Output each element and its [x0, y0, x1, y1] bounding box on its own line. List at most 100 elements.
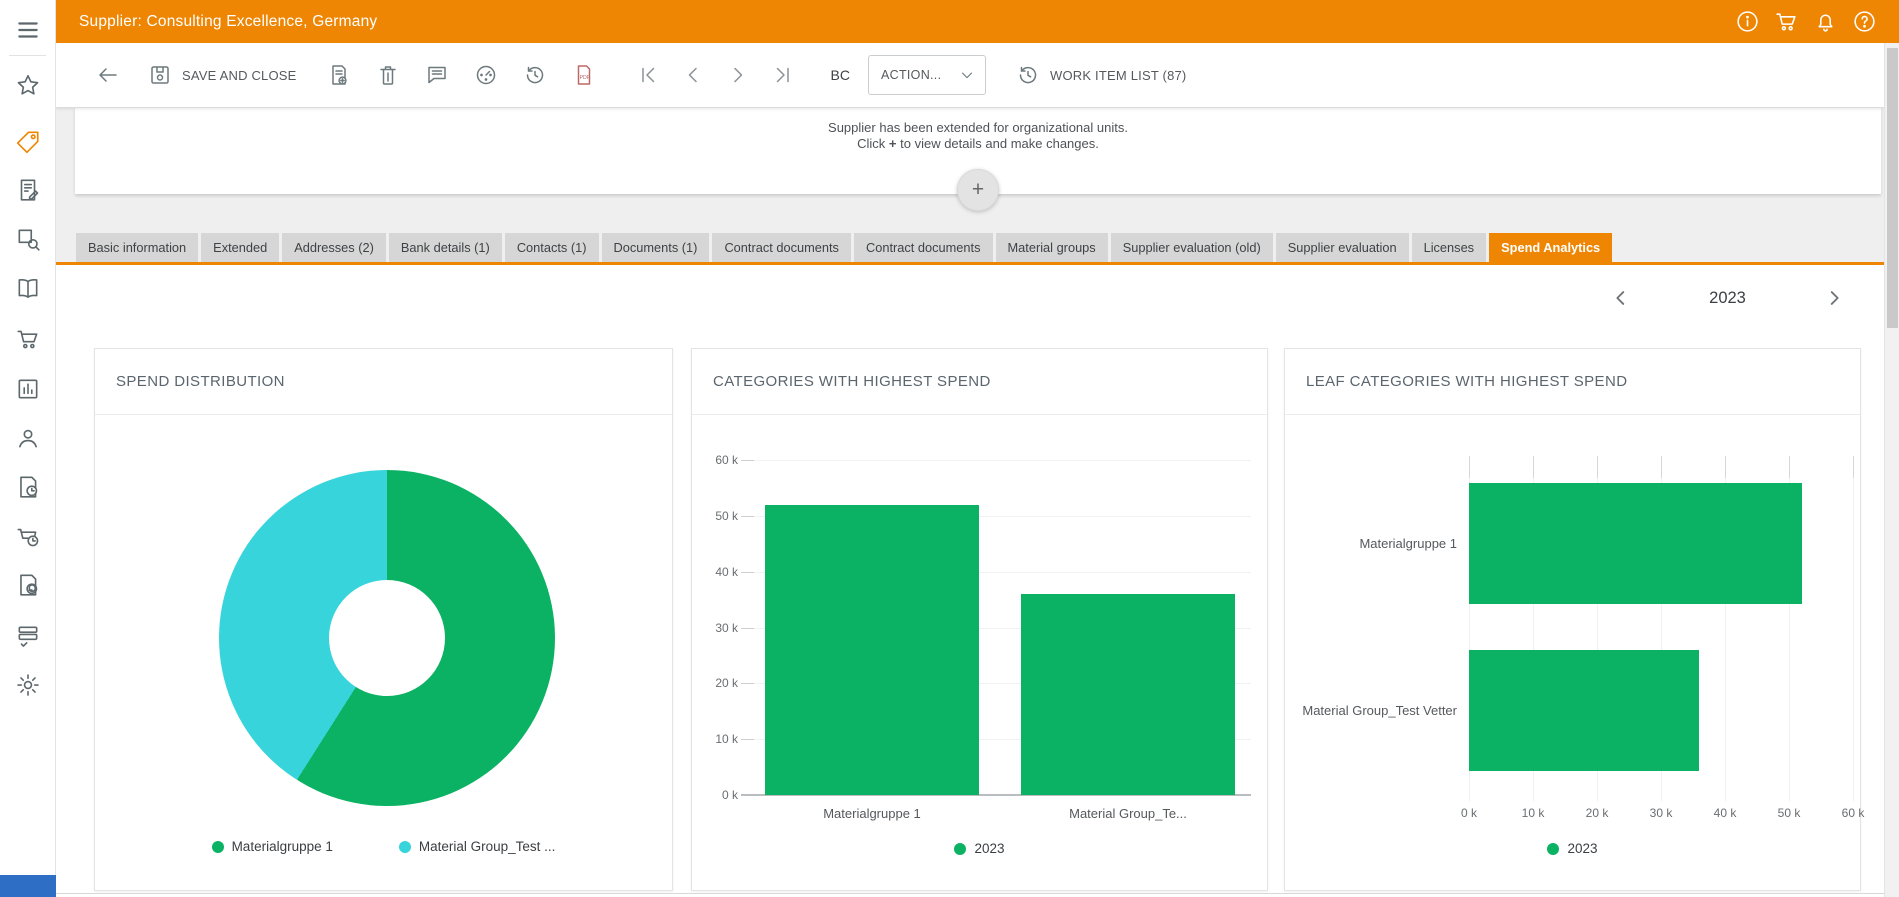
sidebar-item-bar-chart[interactable]	[15, 376, 41, 402]
toolbar-history-icon[interactable]	[523, 63, 547, 87]
x-axis-label: 60 k	[1829, 806, 1877, 820]
y-axis-label: 40 k	[692, 565, 738, 579]
bar-Material Group_Test Vetter[interactable]	[1469, 650, 1699, 771]
x-axis-label: 40 k	[1701, 806, 1749, 820]
app-header: Supplier: Consulting Excellence, Germany	[56, 0, 1899, 43]
x-axis-label: 30 k	[1637, 806, 1685, 820]
legend-label: Material Group_Test ...	[419, 839, 556, 854]
back-button[interactable]	[96, 63, 120, 87]
gridline	[1853, 456, 1854, 801]
app: Supplier: Consulting Excellence, Germany…	[0, 0, 1899, 897]
tab-basic-information[interactable]: Basic information	[76, 233, 198, 262]
categories-highest-spend-card: CATEGORIES WITH HIGHEST SPEND 0 k10 k20 …	[691, 348, 1268, 891]
notice-line-1: Supplier has been extended for organizat…	[75, 120, 1881, 136]
sidebar-bottom-accent	[0, 875, 56, 897]
toolbar-pdf-icon[interactable]: PDF	[572, 63, 596, 87]
y-axis-tick	[741, 628, 754, 629]
legend-item[interactable]: 2023	[954, 841, 1004, 856]
toolbar-first-page-icon[interactable]	[636, 63, 660, 87]
legend-item[interactable]: Materialgruppe 1	[212, 839, 333, 854]
sidebar-item-document-edit[interactable]	[15, 177, 41, 203]
notice-line-2: Click + to view details and make changes…	[75, 136, 1881, 152]
sidebar-item-supplier-tag[interactable]	[15, 129, 41, 155]
legend-label: Materialgruppe 1	[232, 839, 333, 854]
tab-documents-1[interactable]: Documents (1)	[602, 233, 710, 262]
document-edit-icon	[15, 177, 41, 203]
sidebar-item-document-history[interactable]	[15, 572, 41, 598]
expand-details-button[interactable]: +	[957, 169, 999, 211]
bar-Materialgruppe 1[interactable]	[765, 505, 979, 795]
page-title: Supplier: Consulting Excellence, Germany	[79, 13, 377, 31]
tab-licenses[interactable]: Licenses	[1412, 233, 1487, 262]
sidebar-item-cart[interactable]	[15, 326, 41, 352]
category-label: Materialgruppe 1	[762, 806, 982, 821]
tab-supplier-evaluation-old[interactable]: Supplier evaluation (old)	[1111, 233, 1273, 262]
year-navigation: 2023	[1610, 285, 1845, 311]
sidebar-item-basket-clock[interactable]	[15, 523, 41, 549]
header-info-icon[interactable]	[1735, 9, 1760, 34]
toolbar-comment-icon[interactable]	[425, 63, 449, 87]
sidebar-item-catalog-book[interactable]	[15, 275, 41, 301]
legend-label: 2023	[974, 841, 1004, 856]
tab-bank-details-1[interactable]: Bank details (1)	[389, 233, 502, 262]
sidebar-item-star[interactable]	[15, 72, 41, 98]
y-axis-tick	[741, 683, 754, 684]
document-history-icon	[15, 572, 41, 598]
card-title: CATEGORIES WITH HIGHEST SPEND	[692, 349, 1267, 415]
vertical-scrollbar[interactable]	[1884, 43, 1899, 897]
pagination-group	[636, 63, 795, 87]
action-dropdown[interactable]: ACTION...	[868, 55, 986, 95]
sidebar-item-gear[interactable]	[15, 672, 41, 698]
next-year-button[interactable]	[1823, 287, 1845, 309]
tab-contract-documents[interactable]: Contract documents	[854, 233, 993, 262]
sidebar-item-person[interactable]	[15, 425, 41, 451]
work-item-list-button[interactable]: WORK ITEM LIST (87)	[1016, 63, 1186, 87]
tab-supplier-evaluation[interactable]: Supplier evaluation	[1276, 233, 1409, 262]
spend-distribution-donut[interactable]	[219, 470, 555, 806]
header-bell-icon[interactable]	[1813, 9, 1838, 34]
sidebar-divider	[9, 55, 46, 56]
svg-text:PDF: PDF	[579, 75, 589, 81]
toolbar-next-page-icon[interactable]	[726, 63, 750, 87]
header-icon-group	[1735, 9, 1877, 34]
sidebar-item-document-clock[interactable]	[15, 474, 41, 500]
sidebar-item-list-check[interactable]	[15, 623, 41, 649]
tab-bar: Basic informationExtendedAddresses (2)Ba…	[56, 233, 1884, 262]
toolbar-delete-icon[interactable]	[376, 63, 400, 87]
header-cart-icon[interactable]	[1774, 9, 1799, 34]
toolbar-gauge-icon[interactable]	[474, 63, 498, 87]
chart-legend: Materialgruppe 1 Material Group_Test ...	[95, 839, 672, 854]
history-icon	[1016, 63, 1040, 87]
x-axis-tick	[1469, 456, 1470, 478]
x-axis-label: 50 k	[1765, 806, 1813, 820]
legend-item[interactable]: Material Group_Test ...	[399, 839, 556, 854]
x-axis-label: 0 k	[1445, 806, 1493, 820]
tab-addresses-2[interactable]: Addresses (2)	[282, 233, 386, 262]
tab-contract-documents[interactable]: Contract documents	[712, 233, 851, 262]
save-and-close-button[interactable]: SAVE AND CLOSE	[148, 63, 297, 87]
x-axis-tick	[1597, 456, 1598, 478]
tab-contacts-1[interactable]: Contacts (1)	[505, 233, 599, 262]
supplier-tag-icon	[15, 129, 41, 155]
toolbar-document-add-icon[interactable]	[327, 63, 351, 87]
bar-Material Group_Te...[interactable]	[1021, 594, 1235, 795]
menu-icon	[15, 17, 41, 43]
toolbar-previous-page-icon[interactable]	[681, 63, 705, 87]
legend-dot	[212, 841, 224, 853]
toolbar-last-page-icon[interactable]	[771, 63, 795, 87]
header-help-icon[interactable]	[1852, 9, 1877, 34]
legend-dot	[954, 843, 966, 855]
x-axis-label: 20 k	[1573, 806, 1621, 820]
tab-material-groups[interactable]: Material groups	[996, 233, 1108, 262]
sidebar	[0, 0, 56, 897]
chart-legend: 2023	[692, 841, 1267, 856]
scrollbar-thumb[interactable]	[1887, 48, 1898, 328]
sidebar-item-box-search[interactable]	[15, 226, 41, 252]
sidebar-item-menu[interactable]	[15, 17, 41, 43]
legend-item[interactable]: 2023	[1547, 841, 1597, 856]
bar-Materialgruppe 1[interactable]	[1469, 483, 1802, 604]
bar-chart-icon	[15, 376, 41, 402]
tab-spend-analytics[interactable]: Spend Analytics	[1489, 233, 1612, 262]
tab-extended[interactable]: Extended	[201, 233, 279, 262]
previous-year-button[interactable]	[1610, 287, 1632, 309]
